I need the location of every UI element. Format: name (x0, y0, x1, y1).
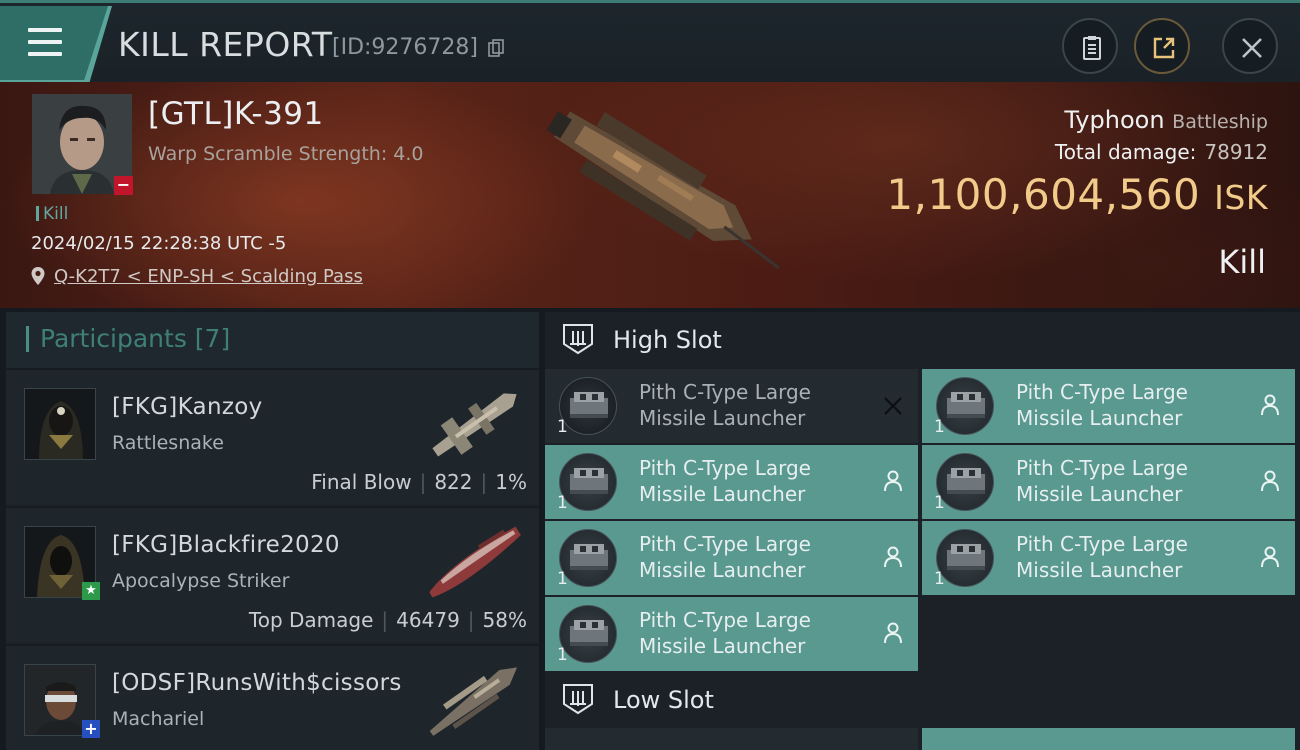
report-id: [ID:9276728] (332, 35, 478, 60)
participant-name[interactable]: [ODSF]RunsWith$cissors (112, 670, 402, 696)
victim-ship-image[interactable] (500, 96, 800, 286)
total-damage-label: Total damage: (1054, 140, 1197, 164)
participant-role: Final Blow (311, 470, 412, 494)
ship-class: Battleship (1172, 111, 1268, 133)
share-button[interactable] (1134, 18, 1190, 74)
module-name: Pith C-Type Large Missile Launcher (639, 532, 811, 582)
ship-name: Typhoon (1064, 106, 1165, 134)
slot-item[interactable] (545, 728, 918, 750)
module-name: Pith C-Type Large Missile Launcher (1016, 380, 1188, 430)
module-quantity: 1 (557, 417, 568, 437)
participant-ship-image (429, 526, 521, 598)
isk-unit: ISK (1214, 178, 1268, 217)
module-name: Pith C-Type Large Missile Launcher (639, 380, 811, 430)
menu-icon[interactable] (28, 28, 62, 58)
kill-tag: Kill (36, 204, 68, 224)
participant-ship-image (432, 393, 517, 457)
victim-ship-type: Typhoon Battleship (1064, 106, 1268, 134)
share-icon (1153, 37, 1175, 59)
participants-header: Participants [7] (6, 312, 539, 368)
module-name: Pith C-Type Large Missile Launcher (639, 456, 811, 506)
participant-stats: Final Blow | 822 | 1% (311, 470, 527, 494)
page-title: KILL REPORT (118, 25, 333, 64)
low-slot-title: Low Slot (613, 686, 714, 714)
slot-item[interactable]: 1 Pith C-Type Large Missile Launcher (922, 521, 1295, 595)
participant-name[interactable]: [FKG]Blackfire2020 (112, 532, 340, 558)
module-name: Pith C-Type Large Missile Launcher (639, 608, 811, 658)
slot-item[interactable]: 1 Pith C-Type Large Missile Launcher (545, 521, 918, 595)
kill-result: Kill (1218, 243, 1266, 281)
person-icon (1261, 546, 1279, 568)
participant-ship-image (429, 667, 518, 736)
person-icon (884, 622, 902, 644)
slot-item[interactable]: 1 Pith C-Type Large Missile Launcher (922, 445, 1295, 519)
person-icon (1261, 394, 1279, 416)
total-damage-value: 78912 (1204, 140, 1268, 164)
x-icon (884, 397, 902, 415)
clipboard-icon (1083, 36, 1101, 60)
module-name: Pith C-Type Large Missile Launcher (1016, 532, 1188, 582)
high-slot-title: High Slot (613, 326, 722, 354)
participant-role: Top Damage (248, 608, 374, 632)
participants-title: Participants [7] (40, 324, 231, 353)
close-icon (1242, 38, 1262, 58)
high-slot-header: High Slot (545, 312, 1300, 368)
fitting-panel: High Slot 1 Pith C-Type Large Missile Lau… (545, 312, 1300, 750)
participant-avatar[interactable] (24, 388, 96, 460)
participant-row[interactable]: + [ODSF]RunsWith$cissors Machariel (6, 644, 539, 750)
module-quantity: 1 (934, 569, 945, 589)
module-quantity: 1 (557, 493, 568, 513)
participant-percent: 58% (482, 608, 527, 632)
total-damage: Total damage: 78912 (1055, 140, 1268, 164)
low-slot-header: Low Slot (545, 672, 1300, 728)
module-quantity: 1 (557, 645, 568, 665)
isk-amount: 1,100,604,560 (886, 170, 1201, 219)
plus-badge: + (82, 720, 100, 738)
status-badge: − (114, 176, 133, 195)
participant-row[interactable]: [FKG]Kanzoy Rattlesnake Final Blow | 822 | 1… (6, 368, 539, 504)
clipboard-button[interactable] (1062, 18, 1118, 74)
slot-item[interactable]: 1 Pith C-Type Large Missile Launcher (922, 369, 1295, 443)
module-quantity: 1 (557, 569, 568, 589)
top-bar: KILL REPORT [ID:9276728] (0, 0, 1300, 82)
person-icon (884, 546, 902, 568)
location-pin-icon (31, 267, 45, 285)
kill-location-link[interactable]: Q-K2T7 < ENP-SH < Scalding Pass (54, 266, 363, 287)
slot-icon (563, 324, 593, 355)
slot-item[interactable]: 1 Pith C-Type Large Missile Launcher (545, 369, 918, 443)
module-quantity: 1 (934, 493, 945, 513)
participants-panel: Participants [7] [FKG]Kanzoy Rattlesnake… (6, 312, 539, 750)
slot-icon (563, 684, 593, 715)
participant-percent: 1% (495, 470, 527, 494)
close-button[interactable] (1222, 18, 1278, 74)
warp-scramble-strength: Warp Scramble Strength: 4.0 (148, 143, 424, 165)
participant-ship: Machariel (112, 708, 205, 730)
participant-row[interactable]: ★ [FKG]Blackfire2020 Apocalypse Striker … (6, 506, 539, 642)
slot-item[interactable]: 1 Pith C-Type Large Missile Launcher (545, 597, 918, 671)
participant-stats: Top Damage | 46479 | 58% (248, 608, 527, 632)
kill-datetime: 2024/02/15 22:28:38 UTC -5 (31, 233, 287, 254)
star-badge: ★ (82, 582, 100, 600)
participant-damage: 822 (434, 470, 473, 494)
participant-ship: Rattlesnake (112, 432, 224, 454)
participant-name[interactable]: [FKG]Kanzoy (112, 394, 263, 420)
participant-damage: 46479 (396, 608, 460, 632)
person-icon (884, 470, 902, 492)
copy-icon[interactable] (488, 39, 504, 58)
participant-ship: Apocalypse Striker (112, 570, 290, 592)
module-name: Pith C-Type Large Missile Launcher (1016, 456, 1188, 506)
slot-item[interactable]: 1 Pith C-Type Large Missile Launcher (545, 445, 918, 519)
slot-item[interactable] (922, 728, 1295, 750)
module-quantity: 1 (934, 417, 945, 437)
isk-value: 1,100,604,560 ISK (886, 170, 1268, 219)
person-icon (1261, 470, 1279, 492)
victim-name[interactable]: [GTL]K-391 (148, 96, 324, 132)
